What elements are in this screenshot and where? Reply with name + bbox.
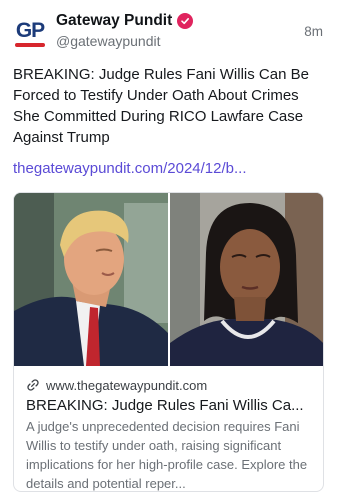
avatar-logo-text: GP: [15, 19, 45, 42]
card-domain: www.thegatewaypundit.com: [46, 377, 208, 393]
card-title[interactable]: BREAKING: Judge Rules Fani Willis Ca...: [26, 397, 316, 414]
card-image-left-photo: [14, 193, 168, 366]
card-description: A judge's unprecedented decision require…: [26, 419, 308, 491]
man-portrait-illustration: [14, 193, 168, 366]
post-timestamp[interactable]: 8m: [304, 24, 323, 39]
post-link[interactable]: thegatewaypundit.com/2024/12/b...: [13, 160, 328, 177]
link-icon: [26, 378, 40, 392]
author-display-name[interactable]: Gateway Pundit: [56, 12, 172, 30]
card-image[interactable]: [14, 193, 323, 366]
post[interactable]: GP Gateway Pundit @gatewaypundit 8m BREA…: [0, 0, 337, 500]
avatar-logo: GP: [14, 19, 45, 47]
avatar-logo-swoosh: [14, 43, 45, 47]
checkmark-icon: [181, 18, 190, 25]
author-handle[interactable]: @gatewaypundit: [56, 33, 161, 49]
woman-portrait-illustration: [169, 193, 323, 366]
card-meta: www.thegatewaypundit.com BREAKING: Judge…: [26, 376, 316, 492]
post-text: BREAKING: Judge Rules Fani Willis Can Be…: [13, 66, 309, 146]
card-domain-row: www.thegatewaypundit.com: [26, 376, 316, 394]
link-preview-card[interactable]: www.thegatewaypundit.com BREAKING: Judge…: [13, 192, 324, 492]
card-image-right-photo: [169, 193, 323, 366]
avatar[interactable]: GP: [11, 12, 49, 50]
author-name-row: Gateway Pundit: [56, 12, 194, 30]
verified-badge-icon: [177, 13, 194, 29]
